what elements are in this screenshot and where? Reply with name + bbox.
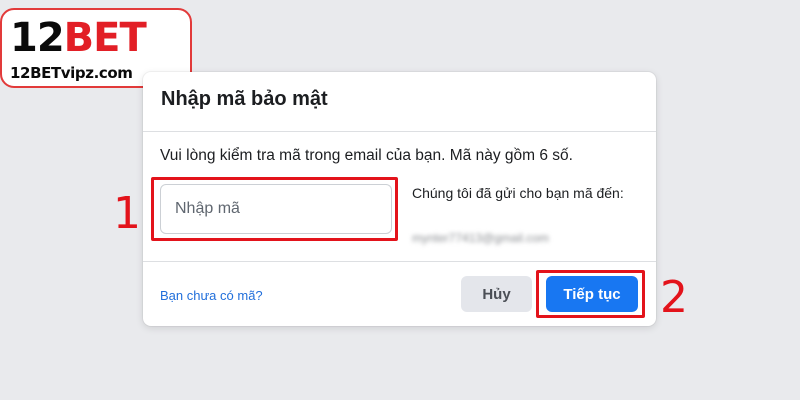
header-divider bbox=[143, 131, 656, 132]
no-code-link[interactable]: Bạn chưa có mã? bbox=[160, 288, 263, 303]
step-number-2: 2 bbox=[660, 272, 688, 323]
instruction-text: Vui lòng kiểm tra mã trong email của bạn… bbox=[160, 147, 573, 164]
input-highlight-box bbox=[151, 177, 398, 241]
logo-number: 12 bbox=[10, 15, 65, 61]
logo-site-url: 12BETvipz.com bbox=[10, 64, 133, 82]
continue-highlight-box bbox=[536, 270, 645, 318]
dialog-title: Nhập mã bảo mật bbox=[161, 88, 328, 110]
logo-word: BET bbox=[63, 15, 147, 61]
cancel-button[interactable]: Hủy bbox=[461, 276, 532, 312]
step-number-1: 1 bbox=[113, 188, 141, 239]
obscured-email: mynter77413@gmail.com bbox=[412, 231, 549, 245]
code-sent-label: Chúng tôi đã gửi cho bạn mã đến: bbox=[412, 185, 624, 201]
logo-wordmark: 12BET bbox=[10, 15, 147, 61]
footer-divider bbox=[143, 261, 656, 262]
